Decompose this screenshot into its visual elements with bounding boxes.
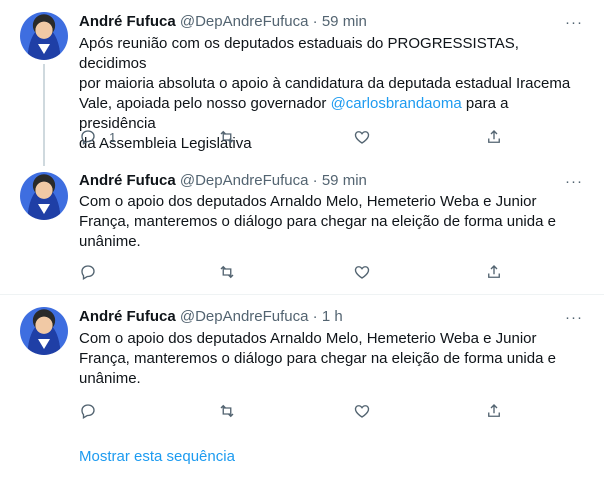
share-icon: [488, 404, 500, 417]
timestamp[interactable]: 1 h: [322, 308, 343, 325]
tweet-header: André Fufuca @DepAndreFufuca · 1 h: [79, 307, 343, 327]
tweet-text: Com o apoio dos deputados Arnaldo Melo, …: [79, 192, 589, 252]
like-icon: [354, 131, 370, 144]
more-icon[interactable]: ···: [564, 12, 584, 32]
author-handle[interactable]: @DepAndreFufuca: [180, 13, 309, 30]
reply-icon: [81, 404, 95, 419]
author-handle[interactable]: @DepAndreFufuca: [180, 308, 309, 325]
tweet-text-line: Após reunião com os deputados estaduais …: [79, 35, 519, 72]
tweet-text-line: Com o apoio dos deputados Arnaldo Melo, …: [79, 193, 537, 210]
tweet-header: André Fufuca @DepAndreFufuca · 59 min: [79, 171, 367, 191]
avatar[interactable]: [20, 12, 68, 60]
timestamp[interactable]: 59 min: [322, 13, 367, 30]
avatar[interactable]: [20, 307, 68, 355]
share-icon: [488, 130, 500, 143]
tweet-text: Com o apoio dos deputados Arnaldo Melo, …: [79, 329, 589, 389]
show-thread-link[interactable]: Mostrar esta sequência: [79, 448, 235, 465]
action-bar: [79, 262, 509, 282]
like-button[interactable]: [353, 127, 371, 147]
retweet-button[interactable]: [218, 127, 236, 147]
more-icon[interactable]: ···: [564, 171, 584, 191]
avatar[interactable]: [20, 172, 68, 220]
retweet-button[interactable]: [218, 262, 236, 282]
action-bar: [79, 401, 509, 421]
tweet-text-line: França, manteremos o diálogo para chegar…: [79, 350, 556, 367]
share-icon: [488, 265, 500, 278]
retweet-icon: [220, 130, 234, 144]
tweet-1[interactable]: André Fufuca @DepAndreFufuca · 59 min ··…: [0, 0, 604, 166]
mention-link[interactable]: @carlosbrandaoma: [331, 95, 462, 112]
tweet-2[interactable]: André Fufuca @DepAndreFufuca · 59 min ··…: [0, 166, 604, 294]
reply-icon: [81, 130, 95, 145]
tweet-text-line: por maioria absoluta o apoio à candidatu…: [79, 75, 571, 92]
tweet-text-line: unânime.: [79, 233, 141, 250]
author-name[interactable]: André Fufuca: [79, 308, 176, 325]
timestamp[interactable]: 59 min: [322, 172, 367, 189]
author-handle[interactable]: @DepAndreFufuca: [180, 172, 309, 189]
action-bar: 1: [79, 127, 509, 147]
retweet-icon: [220, 265, 234, 279]
like-button[interactable]: [353, 262, 371, 282]
thread-line: [43, 64, 45, 166]
like-icon: [354, 266, 370, 279]
like-button[interactable]: [353, 401, 371, 421]
author-name[interactable]: André Fufuca: [79, 172, 176, 189]
author-name[interactable]: André Fufuca: [79, 13, 176, 30]
reply-count: 1: [109, 129, 117, 145]
share-button[interactable]: [485, 262, 503, 282]
reply-button[interactable]: [79, 401, 97, 421]
tweet-text-line: França, manteremos o diálogo para chegar…: [79, 213, 556, 230]
share-button[interactable]: [485, 401, 503, 421]
like-icon: [354, 405, 370, 418]
share-button[interactable]: [485, 127, 503, 147]
reply-icon: [81, 265, 95, 280]
more-icon[interactable]: ···: [564, 307, 584, 327]
retweet-icon: [220, 404, 234, 418]
tweet-text-line: Com o apoio dos deputados Arnaldo Melo, …: [79, 330, 537, 347]
separator-dot: ·: [312, 172, 318, 189]
tweet-text-line: unânime.: [79, 370, 141, 387]
reply-button[interactable]: 1: [79, 127, 116, 147]
retweet-button[interactable]: [218, 401, 236, 421]
tweet-text-segment: Vale, apoiada pelo nosso governador: [79, 95, 331, 112]
tweet-header: André Fufuca @DepAndreFufuca · 59 min: [79, 12, 367, 32]
separator-dot: ·: [312, 13, 318, 30]
reply-button[interactable]: [79, 262, 97, 282]
separator-dot: ·: [312, 308, 318, 325]
